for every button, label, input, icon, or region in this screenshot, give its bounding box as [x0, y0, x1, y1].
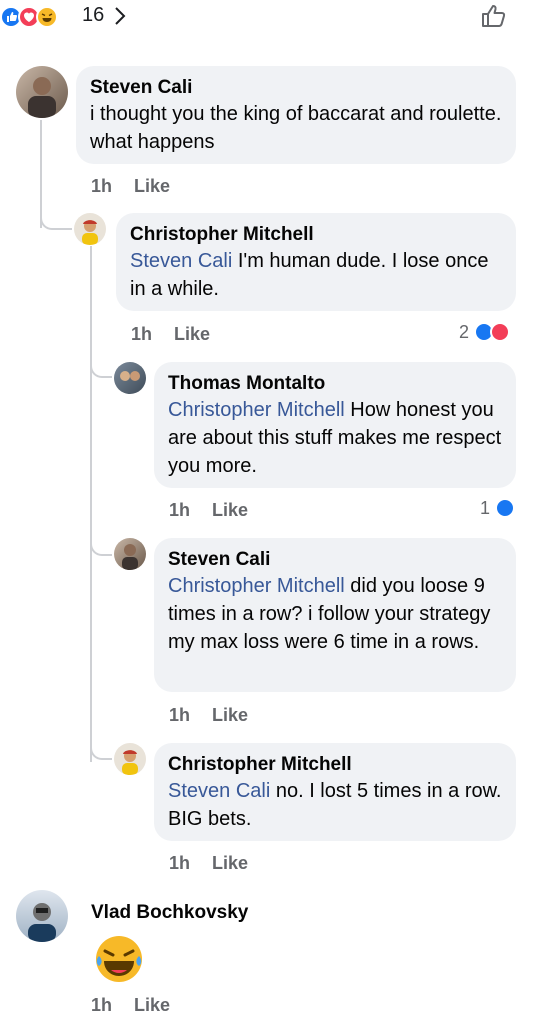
comment-time[interactable]: 1h — [131, 324, 152, 344]
comment-bubble: Christopher Mitchell Steven Cali I'm hum… — [116, 213, 516, 311]
thread-branch — [40, 190, 72, 230]
reaction-count: 1 — [480, 498, 491, 518]
thread-branch — [90, 520, 112, 556]
haha-reaction-icon — [36, 6, 58, 28]
comment-actions: 1h Like — [131, 324, 232, 345]
love-reaction-icon — [490, 322, 510, 342]
comment-actions: 1h Like — [169, 500, 270, 521]
comment-actions: 1h Like — [91, 176, 192, 197]
comment-text: Christopher Mitchell did you loose 9 tim… — [168, 572, 502, 656]
commenter-name[interactable]: Steven Cali — [168, 548, 502, 572]
comment-bubble: Steven Cali Christopher Mitchell did you… — [154, 538, 516, 692]
comment-text: Steven Cali I'm human dude. I lose once … — [130, 247, 502, 303]
reaction-badge[interactable]: 1 — [480, 498, 520, 520]
comment-actions: 1h Like — [169, 705, 270, 726]
comment-bubble: Christopher Mitchell Steven Cali no. I l… — [154, 743, 516, 841]
commenter-name[interactable]: Christopher Mitchell — [130, 223, 502, 247]
comment-text: Christopher Mitchell How honest you are … — [168, 396, 502, 480]
like-button[interactable]: Like — [212, 853, 248, 873]
avatar[interactable] — [16, 66, 68, 118]
comment-time[interactable]: 1h — [169, 500, 190, 520]
avatar[interactable] — [16, 890, 68, 942]
comment-bubble: Thomas Montalto Christopher Mitchell How… — [154, 362, 516, 488]
comment-bubble: Steven Cali i thought you the king of ba… — [76, 66, 516, 164]
commenter-name[interactable]: Christopher Mitchell — [168, 753, 502, 777]
mention-link[interactable]: Steven Cali — [168, 780, 270, 802]
commenter-name[interactable]: Thomas Montalto — [168, 372, 502, 396]
comment-time[interactable]: 1h — [91, 995, 112, 1015]
reaction-count: 2 — [459, 322, 470, 342]
like-reaction-icon — [495, 498, 515, 518]
thread-line — [90, 246, 92, 762]
reaction-count[interactable]: 16 — [82, 4, 104, 27]
mention-link[interactable]: Steven Cali — [130, 250, 232, 272]
comment-text: i thought you the king of baccarat and r… — [90, 103, 502, 153]
comment-time[interactable]: 1h — [169, 853, 190, 873]
reaction-badge[interactable]: 2 — [459, 322, 519, 344]
thread-branch — [90, 724, 112, 760]
like-button[interactable]: Like — [212, 500, 248, 520]
comment-text: Steven Cali no. I lost 5 times in a row.… — [168, 777, 502, 833]
avatar[interactable] — [114, 538, 146, 570]
avatar[interactable] — [114, 743, 146, 775]
commenter-name[interactable]: Steven Cali — [90, 76, 502, 100]
comment-time[interactable]: 1h — [169, 705, 190, 725]
avatar[interactable] — [74, 213, 106, 245]
commenter-name[interactable]: Vlad Bochkovsky — [91, 901, 248, 925]
reaction-summary[interactable] — [0, 6, 80, 28]
comment-actions: 1h Like — [91, 995, 192, 1016]
laughing-emoji-icon — [96, 936, 142, 982]
thumbs-up-icon[interactable] — [479, 2, 507, 30]
comment-time[interactable]: 1h — [91, 176, 112, 196]
like-button[interactable]: Like — [174, 324, 210, 344]
comment-actions: 1h Like — [169, 853, 270, 874]
thread-branch — [90, 344, 112, 378]
like-button[interactable]: Like — [212, 705, 248, 725]
chevron-right-icon[interactable] — [113, 4, 127, 28]
like-button[interactable]: Like — [134, 995, 170, 1015]
mention-link[interactable]: Christopher Mitchell — [168, 575, 345, 597]
like-button[interactable]: Like — [134, 176, 170, 196]
avatar[interactable] — [114, 362, 146, 394]
mention-link[interactable]: Christopher Mitchell — [168, 399, 345, 421]
